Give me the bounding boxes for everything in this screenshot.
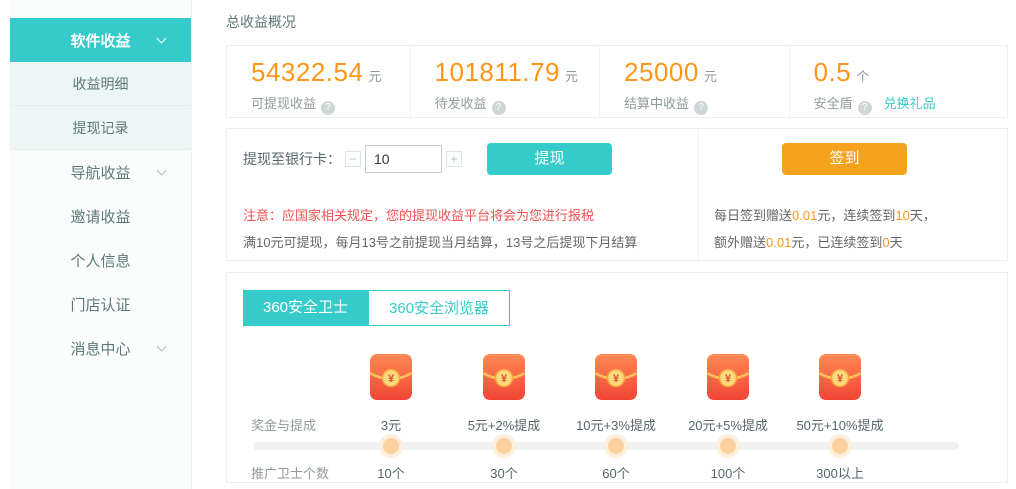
stat-unit: 元 [368,69,381,84]
milestone-dot[interactable] [832,438,848,454]
svg-text:¥: ¥ [388,373,395,385]
stat-label: 结算中收益? [624,93,789,115]
svg-text:¥: ¥ [725,373,732,385]
withdraw-button[interactable]: 提现 [487,143,612,175]
stat-unit: 个 [856,69,869,84]
sidebar-item-invite-earnings[interactable]: 邀请收益 [10,194,191,238]
page-title: 总收益概况 [226,12,296,32]
tax-warning-note: 注意：应国家相关规定，您的提现收益平台将会为您进行报税 [243,205,594,224]
promo-panel: 360安全卫士 360安全浏览器 ¥ ¥ ¥ ¥ [226,272,1008,483]
sidebar-item-software-earnings[interactable]: 软件收益 [10,18,191,62]
stat-label: 可提现收益? [251,93,410,115]
actions-panel: 提现至银行卡： − + 提现 注意：应国家相关规定，您的提现收益平台将会为您进行… [226,128,1008,261]
stat-security-shield: 0.5个 安全盾?兑换礼品 [790,46,1007,117]
chevron-down-icon [157,34,167,44]
milestone-count: 100个 [668,463,788,482]
bonus-row-label: 奖金与提成 [251,415,316,434]
help-icon[interactable]: ? [858,101,872,115]
signin-rule-line1: 每日签到赠送0.01元，连续签到10天， [714,205,936,224]
tab-360-safeguard[interactable]: 360安全卫士 [243,290,368,326]
milestone-track [253,442,959,450]
sidebar-item-earnings-detail[interactable]: 收益明细 [10,62,191,106]
sidebar-item-label: 消息中心 [70,338,130,359]
product-tabs: 360安全卫士 360安全浏览器 [243,290,510,326]
withdraw-amount-input[interactable] [365,145,442,173]
stat-unit: 元 [704,69,717,84]
earnings-dashboard: 软件收益 收益明细 提现记录 导航收益 邀请收益 个人信息 门店认证 消息中心 … [0,0,1016,489]
milestone-count: 30个 [444,463,564,482]
milestone-dot[interactable] [608,438,624,454]
withdraw-zone: 提现至银行卡： − + 提现 注意：应国家相关规定，您的提现收益平台将会为您进行… [227,129,698,262]
red-envelope-icon: ¥ [706,353,750,401]
help-icon[interactable]: ? [492,101,506,115]
red-envelope-icon: ¥ [369,353,413,401]
signin-rule-line2: 额外赠送0.01元，已连续签到0天 [714,232,903,251]
red-envelope-icon: ¥ [594,353,638,401]
sidebar: 软件收益 收益明细 提现记录 导航收益 邀请收益 个人信息 门店认证 消息中心 [10,0,192,489]
stat-value: 0.5 [814,57,852,87]
amount-increment-button[interactable]: + [446,151,462,167]
milestone-count: 300以上 [780,463,900,482]
stat-label: 待发收益? [435,93,600,115]
milestone-bonus: 20元+5%提成 [668,415,788,434]
sidebar-item-nav-earnings[interactable]: 导航收益 [10,150,191,194]
signin-button[interactable]: 签到 [782,143,907,175]
stat-value: 101811.79 [435,57,560,87]
milestone-dot[interactable] [496,438,512,454]
sidebar-item-withdraw-records[interactable]: 提现记录 [10,106,191,150]
stat-settling: 25000 元 结算中收益? [600,46,790,117]
milestone-bonus: 10元+3%提成 [556,415,676,434]
stat-label: 安全盾?兑换礼品 [814,93,1007,115]
stat-value: 54322.54 [251,57,363,87]
milestone-bonus: 50元+10%提成 [780,415,900,434]
withdraw-row: 提现至银行卡： − + [243,143,466,175]
withdraw-label: 提现至银行卡： [243,149,341,169]
svg-text:¥: ¥ [501,373,508,385]
milestone-dot[interactable] [383,438,399,454]
sidebar-item-label: 导航收益 [70,162,130,183]
total-earnings-panel: 54322.54 元 可提现收益? 101811.79 元 待发收益? 25000 元… [226,45,1008,118]
red-envelope-icon: ¥ [482,353,526,401]
svg-text:¥: ¥ [613,373,620,385]
stat-unit: 元 [565,69,578,84]
withdraw-rules-note: 满10元可提现，每月13号之前提现当月结算，13号之后提现下月结算 [243,232,637,251]
sidebar-item-label: 邀请收益 [70,206,130,227]
exchange-gift-link[interactable]: 兑换礼品 [884,96,936,111]
signin-zone: 签到 每日签到赠送0.01元，连续签到10天， 额外赠送0.01元，已连续签到0… [698,129,1008,262]
milestone-count: 10个 [331,463,451,482]
milestone-dot[interactable] [720,438,736,454]
red-envelope-icon: ¥ [818,353,862,401]
milestone-count: 60个 [556,463,676,482]
sidebar-item-label: 收益明细 [73,74,129,94]
help-icon[interactable]: ? [694,101,708,115]
milestone-bonus: 3元 [331,415,451,434]
sidebar-item-personal-info[interactable]: 个人信息 [10,238,191,282]
milestone-bonus: 5元+2%提成 [444,415,564,434]
amount-decrement-button[interactable]: − [345,151,361,167]
sidebar-item-label: 门店认证 [70,294,130,315]
help-icon[interactable]: ? [321,101,335,115]
stat-value: 25000 [624,57,699,87]
chevron-down-icon [157,166,167,176]
chevron-down-icon [157,342,167,352]
count-row-label: 推广卫士个数 [251,463,329,482]
svg-text:¥: ¥ [837,373,844,385]
sidebar-item-message-center[interactable]: 消息中心 [10,326,191,370]
sidebar-item-label: 个人信息 [70,250,130,271]
sidebar-item-label: 提现记录 [73,118,129,138]
sidebar-item-label: 软件收益 [70,30,130,51]
tab-360-browser[interactable]: 360安全浏览器 [368,290,510,326]
stat-withdrawable: 54322.54 元 可提现收益? [227,46,411,117]
stat-pending: 101811.79 元 待发收益? [411,46,601,117]
sidebar-item-store-certification[interactable]: 门店认证 [10,282,191,326]
